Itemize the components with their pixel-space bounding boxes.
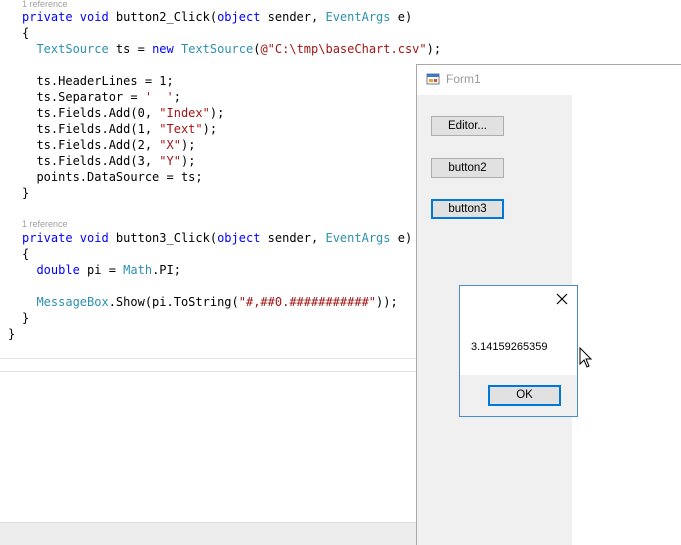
codelens-references[interactable]: 1 reference [22,218,68,230]
output-panel [0,372,417,522]
form1-titlebar[interactable]: Form1 [417,65,681,95]
code-line[interactable]: } [22,310,29,326]
code-token: )); [376,295,398,309]
form1-panel [572,95,681,545]
code-line[interactable]: { [22,25,29,41]
code-token: { [22,26,30,40]
code-token: ); [180,138,196,152]
code-line[interactable]: double pi = Math.PI; [22,262,181,278]
code-token: "Text" [159,122,203,136]
code-token: } [8,327,16,341]
button2-button[interactable]: button2 [431,158,504,178]
code-token: { [22,247,30,261]
form1-title: Form1 [446,72,481,86]
editor-divider [0,358,417,359]
code-token: new [152,42,181,56]
code-token: .Show(pi.ToString( [108,295,239,309]
code-token: ts.Fields.Add(2, [22,138,160,152]
code-token: @"C:\tmp\baseChart.csv" [260,42,427,56]
code-token: ); [426,42,442,56]
code-token: "X" [159,138,181,152]
code-token: EventArgs [325,231,391,245]
message-box-dialog: 3.14159265359 OK [459,285,578,417]
message-text: 3.14159265359 [471,341,548,353]
ok-button[interactable]: OK [488,385,561,406]
message-box-footer: OK [460,375,577,416]
code-line[interactable]: ts.HeaderLines = 1; [22,73,174,89]
code-line[interactable]: } [8,326,15,342]
code-token: ts.Fields.Add(0, [22,106,160,120]
code-token: ts.HeaderLines = 1; [22,74,174,88]
code-token: object [217,10,261,24]
code-token: .PI; [152,263,181,277]
code-token: e) [390,231,413,245]
code-token: "Index" [159,106,210,120]
close-icon[interactable] [555,292,569,306]
code-token: object [217,231,261,245]
code-token: ); [180,154,196,168]
code-token: "#,##0.###########" [238,295,377,309]
editor-button[interactable]: Editor... [431,116,504,136]
code-token: Math [123,263,153,277]
code-token: ' ' [144,90,174,104]
code-token: TextSource [180,42,254,56]
code-token: ); [209,106,225,120]
code-token: ts.Fields.Add(3, [22,154,160,168]
code-line[interactable]: TextSource ts = new TextSource(@"C:\tmp\… [22,41,441,57]
status-bar [0,522,417,545]
code-line[interactable]: MessageBox.Show(pi.ToString("#,##0.#####… [22,294,398,310]
code-token: points.DataSource = ts; [22,170,203,184]
code-line[interactable]: { [22,246,29,262]
code-token: button2_Click( [115,10,218,24]
code-line[interactable]: ts.Fields.Add(2, "X"); [22,137,195,153]
code-line[interactable]: ts.Fields.Add(3, "Y"); [22,153,195,169]
code-token: sender, [260,10,326,24]
code-token: pi = [79,263,124,277]
code-token: ts = [108,42,153,56]
code-line[interactable]: private void button2_Click(object sender… [22,9,412,25]
code-token: EventArgs [325,10,391,24]
code-token: } [22,186,30,200]
code-token: ts.Separator = [22,90,145,104]
code-token: MessageBox [36,295,109,309]
code-token: double [36,263,80,277]
code-token: ; [173,90,181,104]
app-icon [426,73,440,85]
code-token: ts.Fields.Add(1, [22,122,160,136]
code-token: sender, [260,231,326,245]
code-token: private void [22,10,116,24]
code-token: TextSource [36,42,109,56]
code-token: button3_Click( [115,231,218,245]
code-line[interactable]: ts.Fields.Add(1, "Text"); [22,121,217,137]
code-token: e) [390,10,413,24]
code-line[interactable]: points.DataSource = ts; [22,169,203,185]
code-token: ); [202,122,218,136]
code-line[interactable]: ts.Separator = ' '; [22,89,181,105]
code-line[interactable]: private void button3_Click(object sender… [22,230,412,246]
code-token: "Y" [159,154,181,168]
code-token: } [22,311,30,325]
code-token: private void [22,231,116,245]
code-line[interactable]: } [22,185,29,201]
mouse-pointer-icon [579,347,593,368]
button3-button[interactable]: button3 [431,199,504,219]
code-line[interactable]: ts.Fields.Add(0, "Index"); [22,105,224,121]
